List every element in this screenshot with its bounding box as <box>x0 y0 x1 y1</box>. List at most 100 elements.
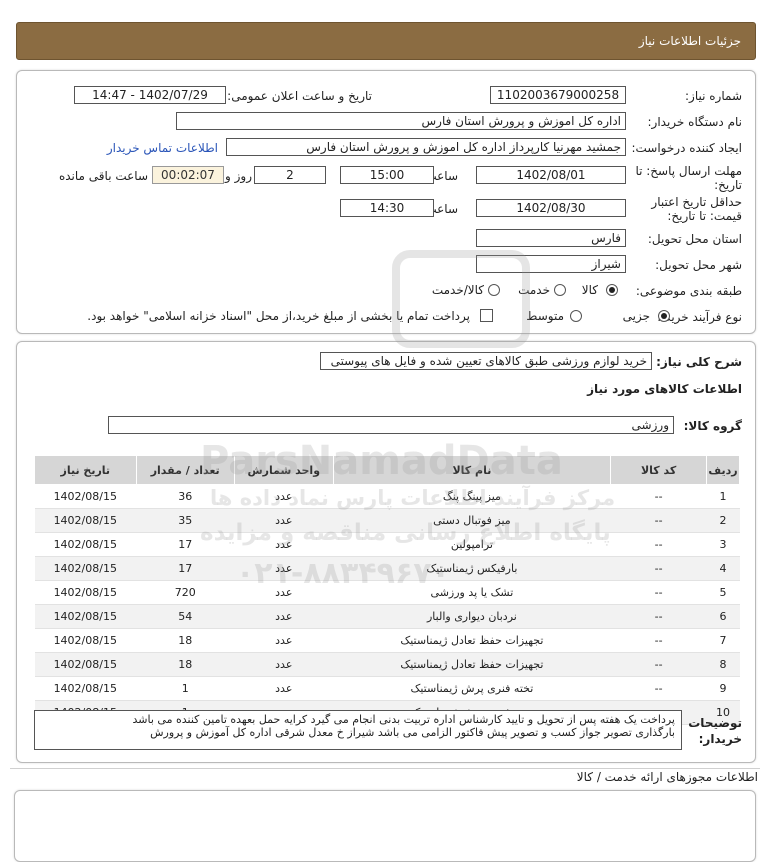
purchase-radio-medium[interactable] <box>570 310 582 322</box>
buyer-org-field: اداره کل اموزش و پرورش استان فارس <box>176 112 626 130</box>
cell-quantity: 36 <box>136 484 235 509</box>
creator-label: ایجاد کننده درخواست: <box>631 141 742 155</box>
cell-quantity: 18 <box>136 628 235 653</box>
category-radio-service[interactable] <box>554 284 566 296</box>
table-row: 9 -- تخته فنری پرش ژیمناستیک عدد 1 1402/08/15 <box>34 676 740 701</box>
cell-code: -- <box>610 652 707 677</box>
cell-date: 1402/08/15 <box>34 628 137 653</box>
page-header: جزئیات اطلاعات نیاز <box>16 22 756 60</box>
cell-row: 3 <box>706 532 740 557</box>
category-radio-both[interactable] <box>488 284 500 296</box>
category-option-service: خدمت <box>518 283 550 297</box>
buyer-org-label: نام دستگاه خریدار: <box>647 115 743 129</box>
deadline-label: مهلت ارسال پاسخ: تا <box>635 164 742 178</box>
validity-date-field: 1402/08/30 <box>476 199 626 217</box>
section-divider <box>10 768 760 769</box>
announce-field: 1402/07/29 - 14:47 <box>74 86 226 104</box>
province-field: فارس <box>476 229 626 247</box>
announce-label: تاریخ و ساعت اعلان عمومی: <box>227 89 372 103</box>
table-row: 3 -- ترامپولین عدد 17 1402/08/15 <box>34 532 740 557</box>
cell-row: 7 <box>706 628 740 653</box>
cell-name: تجهیزات حفظ تعادل ژیمناستیک <box>333 628 611 653</box>
cell-code: -- <box>610 628 707 653</box>
deadline-label-date: تاریخ: <box>714 178 742 192</box>
goods-group-label: گروه کالا: <box>683 419 742 433</box>
cell-row: 5 <box>706 580 740 605</box>
cell-quantity: 17 <box>136 556 235 581</box>
cell-date: 1402/08/15 <box>34 484 137 509</box>
cell-row: 2 <box>706 508 740 533</box>
purchase-option-small: جزیی <box>622 309 650 323</box>
cell-name: میز پینگ پنگ <box>333 484 611 509</box>
page-title: جزئیات اطلاعات نیاز <box>638 34 741 48</box>
cell-code: -- <box>610 580 707 605</box>
col-unit: واحد شمارش <box>233 455 334 485</box>
cell-quantity: 17 <box>136 532 235 557</box>
remaining-label: ساعت باقی مانده <box>58 169 148 183</box>
cell-name: میز فوتبال دستی <box>333 508 611 533</box>
buyer-notes-line-2: بارگذاری تصویر جواز کسب و تصویر پیش فاکت… <box>150 726 675 739</box>
cell-quantity: 54 <box>136 604 235 629</box>
cell-unit: عدد <box>234 532 334 557</box>
days-field: 2 <box>254 166 326 184</box>
cell-unit: عدد <box>234 484 334 509</box>
cell-date: 1402/08/15 <box>34 604 137 629</box>
table-row: 5 -- تشک یا پد ورزشی عدد 720 1402/08/15 <box>34 580 740 605</box>
goods-group-field: ورزشی <box>108 416 674 434</box>
days-label: روز و <box>225 169 252 183</box>
table-row: 8 -- تجهیزات حفظ تعادل ژیمناستیک عدد 18 1402/… <box>34 652 740 677</box>
category-option-both: کالا/خدمت <box>431 283 484 297</box>
table-row: 2 -- میز فوتبال دستی عدد 35 1402/08/15 <box>34 508 740 533</box>
cell-unit: عدد <box>234 556 334 581</box>
cell-date: 1402/08/15 <box>34 556 137 581</box>
city-field: شیراز <box>476 255 626 273</box>
cell-name: بارفیکس ژیمناستیک <box>333 556 611 581</box>
table-row: 7 -- تجهیزات حفظ تعادل ژیمناستیک عدد 18 1402/… <box>34 628 740 653</box>
cell-quantity: 1 <box>136 676 235 701</box>
treasury-payment-checkbox[interactable] <box>480 309 493 322</box>
table-row: 4 -- بارفیکس ژیمناستیک عدد 17 1402/08/15 <box>34 556 740 581</box>
creator-field: جمشید مهرنیا کارپرداز اداره کل اموزش و پ… <box>226 138 626 156</box>
cell-name: تجهیزات حفظ تعادل ژیمناستیک <box>333 652 611 677</box>
cell-date: 1402/08/15 <box>34 676 137 701</box>
buyer-notes-label-2: خریدار: <box>698 732 742 746</box>
cell-name: تشک یا پد ورزشی <box>333 580 611 605</box>
cell-row: 9 <box>706 676 740 701</box>
cell-row: 6 <box>706 604 740 629</box>
cell-code: -- <box>610 604 707 629</box>
cell-date: 1402/08/15 <box>34 580 137 605</box>
cell-date: 1402/08/15 <box>34 508 137 533</box>
buyer-notes-field: پرداخت یک هفته پس از تحویل و تایید کارشن… <box>34 710 682 750</box>
category-label: طبقه بندی موضوعی: <box>635 284 742 298</box>
cell-code: -- <box>610 508 707 533</box>
goods-table-header: ردیف کد کالا نام کالا واحد شمارش تعداد /… <box>34 455 740 485</box>
buyer-notes-line-1: پرداخت یک هفته پس از تحویل و تایید کارشن… <box>132 713 675 726</box>
purchase-radio-small[interactable] <box>658 310 670 322</box>
cell-quantity: 18 <box>136 652 235 677</box>
table-row: 6 -- نردبان دیواری والبار عدد 54 1402/08/15 <box>34 604 740 629</box>
col-date: تاریخ نیاز <box>34 455 137 485</box>
city-label: شهر محل تحویل: <box>655 258 742 272</box>
permits-title: اطلاعات مجوزهای ارائه خدمت / کالا <box>576 770 758 784</box>
cell-row: 8 <box>706 652 740 677</box>
treasury-payment-note: پرداخت تمام یا بخشی از مبلغ خرید،از محل … <box>87 309 470 323</box>
purchase-option-medium: متوسط <box>526 309 564 323</box>
goods-table: ردیف کد کالا نام کالا واحد شمارش تعداد /… <box>34 455 740 725</box>
goods-section-title: اطلاعات کالاهای مورد نیاز <box>587 382 742 396</box>
cell-quantity: 35 <box>136 508 235 533</box>
cell-unit: عدد <box>234 604 334 629</box>
cell-code: -- <box>610 676 707 701</box>
category-radio-goods[interactable] <box>606 284 618 296</box>
permits-panel <box>14 790 756 862</box>
validity-label: حداقل تاریخ اعتبار <box>651 195 742 209</box>
category-option-goods: کالا <box>581 283 598 297</box>
validity-time-field: 14:30 <box>340 199 434 217</box>
buyer-contact-link[interactable]: اطلاعات تماس خریدار <box>107 141 218 155</box>
cell-name: تخته فنری پرش ژیمناستیک <box>333 676 611 701</box>
validity-label-date: قیمت: تا تاریخ: <box>667 209 742 223</box>
need-number-field: 1102003679000258 <box>490 86 626 104</box>
cell-quantity: 720 <box>136 580 235 605</box>
cell-unit: عدد <box>234 508 334 533</box>
cell-row: 1 <box>706 484 740 509</box>
need-number-label: شماره نیاز: <box>685 89 742 103</box>
